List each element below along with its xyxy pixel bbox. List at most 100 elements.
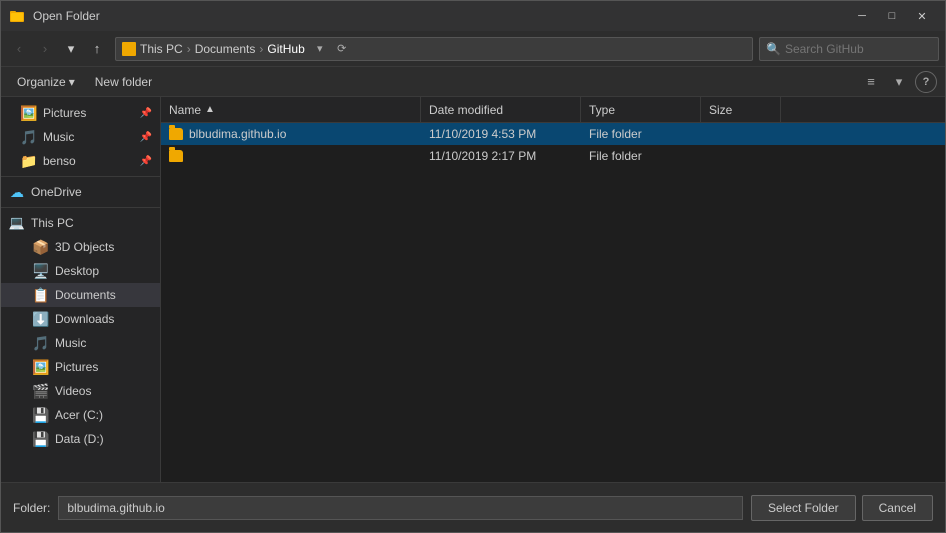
documents-icon: 📋	[33, 287, 49, 303]
desktop-icon: 🖥️	[33, 263, 49, 279]
sidebar-item-datad[interactable]: 💾 Data (D:)	[1, 427, 160, 451]
sidebar-item-onedrive-label: OneDrive	[31, 185, 152, 199]
sidebar-item-videos-label: Videos	[55, 384, 152, 398]
view-dropdown-button[interactable]: ▾	[887, 70, 911, 94]
table-row[interactable]: blbudima.github.io 11/10/2019 4:53 PM Fi…	[161, 123, 945, 145]
pictures2-icon: 🖼️	[33, 359, 49, 375]
folder-input[interactable]	[58, 496, 743, 520]
file-type-2: File folder	[589, 149, 642, 163]
sidebar-divider-1	[1, 176, 160, 177]
music2-icon: 🎵	[33, 335, 49, 351]
main-content: 🖼️ Pictures 📌 🎵 Music 📌 📁 benso 📌	[1, 97, 945, 482]
3dobjects-icon: 📦	[33, 239, 49, 255]
organize-toolbar: Organize ▾ New folder ≡ ▾ ?	[1, 67, 945, 97]
dropdown-history-icon: ▾	[68, 41, 75, 57]
title-controls: ─ □ ✕	[847, 1, 937, 31]
sidebar-item-documents-label: Documents	[55, 288, 152, 302]
search-bar[interactable]: 🔍	[759, 37, 939, 61]
title-bar: Open Folder ─ □ ✕	[1, 1, 945, 31]
address-dropdown-button[interactable]: ▾	[309, 37, 331, 61]
col-header-name[interactable]: Name ▲	[161, 97, 421, 122]
folder-icon-1	[169, 128, 183, 140]
back-button[interactable]: ‹	[7, 37, 31, 61]
search-icon: 🔍	[766, 42, 781, 56]
file-cell-size-1	[701, 123, 781, 144]
help-icon: ?	[923, 76, 930, 88]
address-refresh-button[interactable]: ⟳	[331, 37, 353, 61]
forward-button[interactable]: ›	[33, 37, 57, 61]
sidebar-item-videos[interactable]: 🎬 Videos	[1, 379, 160, 403]
file-cell-name-2	[161, 145, 421, 166]
view-button[interactable]: ≡	[859, 70, 883, 94]
col-name-label: Name	[169, 103, 201, 117]
select-folder-button[interactable]: Select Folder	[751, 495, 856, 521]
table-row[interactable]: 11/10/2019 2:17 PM File folder	[161, 145, 945, 167]
maximize-button[interactable]: □	[877, 1, 907, 31]
onedrive-icon: ☁	[9, 184, 25, 200]
view-dropdown-icon: ▾	[896, 74, 903, 90]
new-folder-button[interactable]: New folder	[87, 72, 160, 92]
address-folder-icon	[122, 42, 136, 56]
up-button[interactable]: ↑	[85, 37, 109, 61]
sidebar-item-acerc-label: Acer (C:)	[55, 408, 152, 422]
dropdown-history-button[interactable]: ▾	[59, 37, 83, 61]
sidebar-item-music2[interactable]: 🎵 Music	[1, 331, 160, 355]
forward-icon: ›	[43, 41, 47, 56]
address-bar[interactable]: This PC › Documents › GitHub ▾ ⟳	[115, 37, 753, 61]
crumb-github[interactable]: GitHub	[267, 42, 304, 56]
file-name-1: blbudima.github.io	[189, 127, 286, 141]
address-actions: ▾ ⟳	[309, 37, 353, 61]
close-button[interactable]: ✕	[907, 1, 937, 31]
pictures-pin-icon: 📌	[140, 108, 152, 119]
music-icon: 🎵	[21, 129, 37, 145]
address-breadcrumb: This PC › Documents › GitHub	[140, 42, 305, 56]
col-name-sort-icon: ▲	[205, 104, 215, 115]
sidebar-item-downloads-label: Downloads	[55, 312, 152, 326]
col-header-date[interactable]: Date modified	[421, 97, 581, 122]
dialog: Open Folder ─ □ ✕ ‹ › ▾ ↑ This PC › Docu…	[0, 0, 946, 533]
sidebar-item-downloads[interactable]: ⬇️ Downloads	[1, 307, 160, 331]
cancel-button[interactable]: Cancel	[862, 495, 933, 521]
help-button[interactable]: ?	[915, 71, 937, 93]
folder-label: Folder:	[13, 501, 50, 515]
col-header-type[interactable]: Type	[581, 97, 701, 122]
sidebar-item-desktop-label: Desktop	[55, 264, 152, 278]
sidebar-item-thispc-label: This PC	[31, 216, 152, 230]
music-pin-icon: 📌	[140, 132, 152, 143]
file-date-2: 11/10/2019 2:17 PM	[429, 149, 536, 163]
sidebar-item-benso[interactable]: 📁 benso 📌	[1, 149, 160, 173]
col-type-label: Type	[589, 103, 615, 117]
file-type-1: File folder	[589, 127, 642, 141]
file-list: blbudima.github.io 11/10/2019 4:53 PM Fi…	[161, 123, 945, 482]
sidebar-item-onedrive[interactable]: ☁ OneDrive	[1, 180, 160, 204]
file-cell-date-2: 11/10/2019 2:17 PM	[421, 145, 581, 166]
sidebar-item-documents[interactable]: 📋 Documents	[1, 283, 160, 307]
sidebar-item-3dobjects[interactable]: 📦 3D Objects	[1, 235, 160, 259]
pictures-icon: 🖼️	[21, 105, 37, 121]
search-input[interactable]	[785, 42, 932, 56]
sidebar-item-pictures2[interactable]: 🖼️ Pictures	[1, 355, 160, 379]
organize-label: Organize	[17, 75, 66, 89]
minimize-button[interactable]: ─	[847, 1, 877, 31]
sidebar-divider-2	[1, 207, 160, 208]
file-cell-date-1: 11/10/2019 4:53 PM	[421, 123, 581, 144]
crumb-documents[interactable]: Documents	[195, 42, 256, 56]
downloads-icon: ⬇️	[33, 311, 49, 327]
quick-access-group: 🖼️ Pictures 📌 🎵 Music 📌 📁 benso 📌	[1, 101, 160, 173]
file-cell-type-1: File folder	[581, 123, 701, 144]
sidebar-item-pictures[interactable]: 🖼️ Pictures 📌	[1, 101, 160, 125]
sidebar-item-thispc[interactable]: 💻 This PC	[1, 211, 160, 235]
sidebar-item-acerc[interactable]: 💾 Acer (C:)	[1, 403, 160, 427]
organize-button[interactable]: Organize ▾	[9, 72, 83, 92]
sidebar-item-music[interactable]: 🎵 Music 📌	[1, 125, 160, 149]
col-header-size[interactable]: Size	[701, 97, 781, 122]
thispc-icon: 💻	[9, 215, 25, 231]
toolbar2-right: ≡ ▾ ?	[859, 70, 937, 94]
up-icon: ↑	[94, 41, 101, 56]
file-date-1: 11/10/2019 4:53 PM	[429, 127, 536, 141]
bottom-buttons: Select Folder Cancel	[751, 495, 933, 521]
crumb-thispc[interactable]: This PC	[140, 42, 183, 56]
sidebar-item-pictures2-label: Pictures	[55, 360, 152, 374]
sidebar-item-desktop[interactable]: 🖥️ Desktop	[1, 259, 160, 283]
videos-icon: 🎬	[33, 383, 49, 399]
